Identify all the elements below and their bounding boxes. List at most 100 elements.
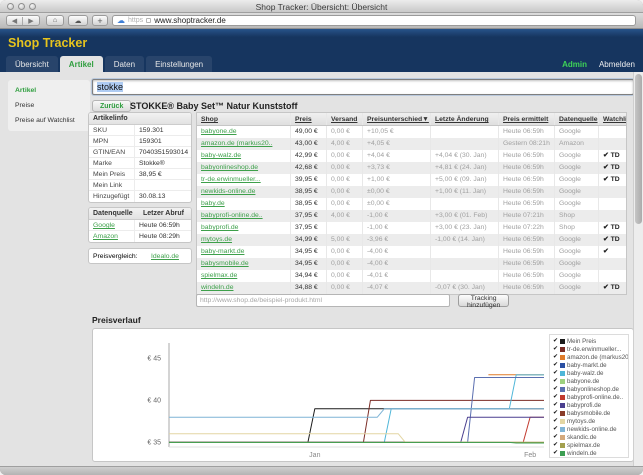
watchlist-cell[interactable]: ✔ TD — [599, 174, 626, 186]
window-title: Shop Tracker: Übersicht: Übersicht — [0, 2, 643, 12]
legend-checkbox-checked[interactable]: ✔ — [553, 353, 558, 361]
forward-icon[interactable]: ▶ — [23, 17, 39, 25]
sidebar-item-preise[interactable]: Preise — [8, 98, 90, 113]
legend-item[interactable]: ✔babyprofi-online.de.. — [553, 393, 628, 401]
watchlist-cell[interactable]: ✔ TD — [599, 222, 626, 234]
shop-link[interactable]: newkids-online.de — [197, 186, 291, 198]
col-header-preis[interactable]: Preis — [291, 113, 327, 125]
home-button[interactable]: ⌂ — [46, 15, 64, 26]
sidebar-item-artikel[interactable]: Artikel — [8, 83, 90, 98]
watchlist-cell[interactable] — [599, 186, 626, 198]
shipping-cell: 0,00 € — [327, 270, 363, 282]
col-header-watchlist[interactable]: Watchlist — [599, 113, 626, 125]
watchlist-cell[interactable]: ✔ TD — [599, 234, 626, 246]
sidebar-item-preise-auf-watchlist[interactable]: Preise auf Watchlist — [8, 113, 90, 128]
back-icon[interactable]: ◀ — [7, 17, 23, 25]
legend-item[interactable]: ✔babyprofi.de — [553, 401, 628, 409]
shop-link[interactable]: baby-walz.de — [197, 150, 291, 162]
app-logo[interactable]: Shop Tracker — [8, 36, 87, 50]
tab-artikel[interactable]: Artikel — [60, 56, 103, 72]
legend-checkbox-checked[interactable]: ✔ — [553, 393, 558, 401]
legend-item[interactable]: ✔windeln.de — [553, 449, 628, 457]
legend-item[interactable]: ✔tr-de.erwinmueller... — [553, 345, 628, 353]
admin-link[interactable]: Admin — [562, 60, 587, 69]
page-scrollbar[interactable] — [633, 72, 643, 466]
legend-checkbox-checked[interactable]: ✔ — [553, 361, 558, 369]
shop-link[interactable]: tr-de.erwinmueller... — [197, 174, 291, 186]
col-header-versand[interactable]: Versand — [327, 113, 363, 125]
col-header-preisunterschied[interactable]: Preisunterschied▼ — [363, 113, 431, 125]
watchlist-cell[interactable] — [599, 258, 626, 270]
col-header-letzte-nderung[interactable]: Letzte Änderung — [431, 113, 499, 125]
tracking-url-input[interactable] — [196, 294, 450, 307]
legend-checkbox-checked[interactable]: ✔ — [553, 345, 558, 353]
legend-checkbox-checked[interactable]: ✔ — [553, 425, 558, 433]
legend-label: baby-walz.de — [567, 370, 603, 377]
cloud-tabs-button[interactable]: ☁ — [68, 15, 88, 26]
legend-item[interactable]: ✔ baby-walz.de — [553, 369, 628, 377]
legend-checkbox-checked[interactable]: ✔ — [553, 417, 558, 425]
legend-item[interactable]: ✔babyone.de — [553, 377, 628, 385]
legend-checkbox-checked[interactable]: ✔ — [553, 449, 558, 457]
tab-daten[interactable]: Daten — [105, 56, 144, 72]
watchlist-cell[interactable]: ✔ TD — [599, 150, 626, 162]
address-bar[interactable]: ☁ https www.shoptracker.de — [112, 15, 636, 26]
shop-link[interactable]: baby-markt.de — [197, 246, 291, 258]
tab-einstellungen[interactable]: Einstellungen — [146, 56, 212, 72]
legend-checkbox-checked[interactable]: ✔ — [553, 409, 558, 417]
legend-item[interactable]: ✔amazon.de (markus20.. — [553, 353, 628, 361]
new-tab-button[interactable]: + — [92, 15, 108, 26]
legend-checkbox-checked[interactable]: ✔ — [553, 401, 558, 409]
col-header-shop[interactable]: Shop — [197, 113, 291, 125]
watchlist-cell[interactable]: ✔ TD — [599, 282, 626, 294]
legend-checkbox-checked[interactable]: ✔ — [553, 369, 558, 377]
scrollbar-thumb[interactable] — [635, 74, 642, 224]
legend-item[interactable]: ✔newkids-online.de — [553, 425, 628, 433]
logout-link[interactable]: Abmelden — [599, 60, 635, 69]
search-input[interactable]: stokke — [92, 79, 634, 95]
shop-link[interactable]: amazon.de (markus20.. — [197, 138, 291, 150]
cloud-icon: ☁ — [75, 17, 82, 25]
watchlist-cell[interactable] — [599, 270, 626, 282]
shop-link[interactable]: mytoys.de — [197, 234, 291, 246]
legend-item[interactable]: ✔baby-markt.de — [553, 361, 628, 369]
legend-checkbox-checked[interactable]: ✔ — [553, 377, 558, 385]
add-tracking-button[interactable]: Tracking hinzufügen — [458, 294, 509, 307]
legend-checkbox-checked[interactable]: ✔ — [553, 385, 558, 393]
source-link[interactable]: Google — [89, 220, 135, 231]
watchlist-cell[interactable] — [599, 126, 626, 138]
legend-item[interactable]: ✔mytoys.de — [553, 417, 628, 425]
shop-link[interactable]: babyprofi.de — [197, 222, 291, 234]
fetched-cell: Heute 06:59h — [499, 258, 555, 270]
shop-link[interactable]: babyprofi-online.de.. — [197, 210, 291, 222]
watchlist-cell[interactable]: ✔ — [599, 246, 626, 258]
legend-item[interactable]: ✔skandic.de — [553, 433, 628, 441]
shop-link[interactable]: babysmobile.de — [197, 258, 291, 270]
comparison-link[interactable]: Idealo.de — [151, 253, 191, 260]
shop-link[interactable]: babyonlineshop.de — [197, 162, 291, 174]
legend-checkbox-checked[interactable]: ✔ — [553, 337, 558, 345]
source-cell: Google — [555, 174, 599, 186]
watchlist-cell[interactable] — [599, 198, 626, 210]
legend-item[interactable]: ✔Mein Preis — [553, 337, 628, 345]
legend-item[interactable]: ✔babysmobile.de — [553, 409, 628, 417]
back-to-list-button[interactable]: Zurück — [92, 100, 131, 112]
legend-item[interactable]: ✔spielmax.de — [553, 441, 628, 449]
legend-item[interactable]: ✔babyonlineshop.de — [553, 385, 628, 393]
shop-link[interactable]: babyone.de — [197, 126, 291, 138]
col-header-preis-ermittelt[interactable]: Preis ermittelt — [499, 113, 555, 125]
table-row: baby-markt.de34,95 €0,00 €-4,00 €Heute 0… — [197, 246, 626, 258]
shop-link[interactable]: windeln.de — [197, 282, 291, 294]
legend-checkbox-checked[interactable]: ✔ — [553, 441, 558, 449]
watchlist-cell[interactable]: ✔ TD — [599, 162, 626, 174]
source-link[interactable]: Amazon — [89, 231, 135, 242]
info-label: MPN — [89, 136, 135, 147]
tab-übersicht[interactable]: Übersicht — [6, 56, 58, 72]
legend-checkbox-checked[interactable]: ✔ — [553, 433, 558, 441]
shop-link[interactable]: spielmax.de — [197, 270, 291, 282]
watchlist-cell[interactable] — [599, 210, 626, 222]
info-label: SKU — [89, 125, 135, 136]
shop-link[interactable]: baby.de — [197, 198, 291, 210]
watchlist-cell[interactable] — [599, 138, 626, 150]
col-header-datenquelle[interactable]: Datenquelle — [555, 113, 599, 125]
